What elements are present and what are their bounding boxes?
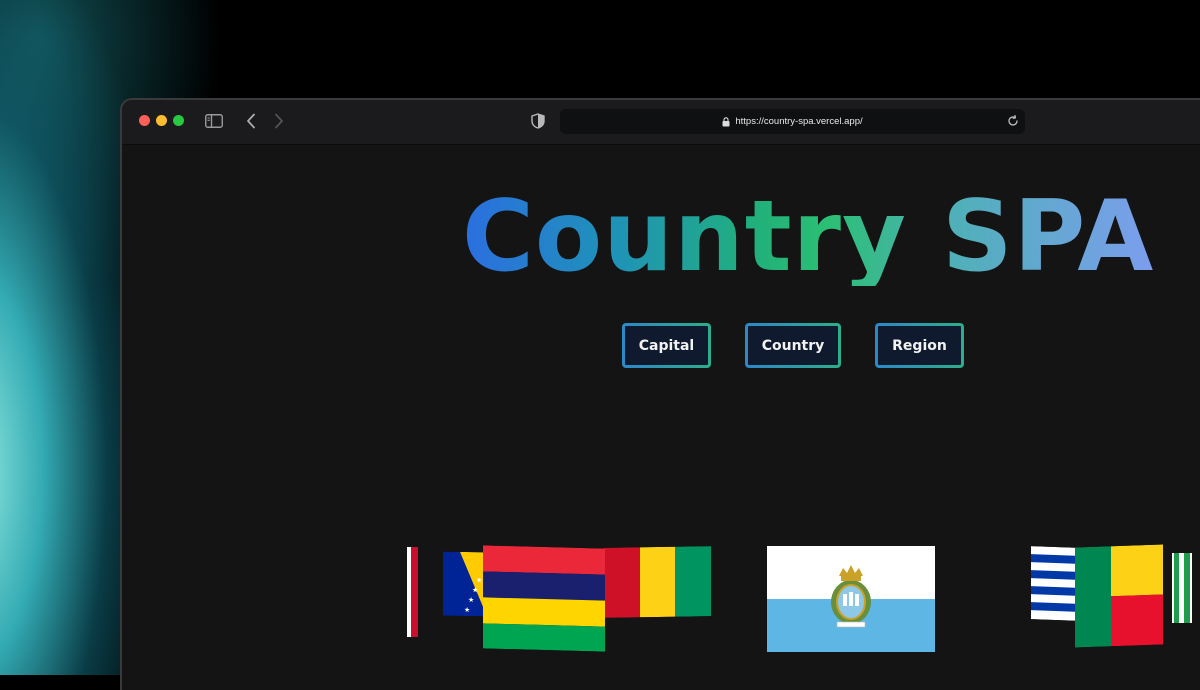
uruguay-flag[interactable]: [1031, 546, 1079, 621]
browser-window: https://country-spa.vercel.app/ Country …: [120, 98, 1200, 690]
svg-text:★: ★: [468, 596, 474, 604]
page-title: Country SPA: [462, 188, 1162, 286]
region-button[interactable]: Region: [875, 323, 964, 368]
sidebar-toggle-icon[interactable]: [204, 111, 224, 131]
browser-toolbar: https://country-spa.vercel.app/: [122, 100, 1200, 145]
reload-icon[interactable]: [1005, 113, 1021, 129]
close-window-button[interactable]: [139, 115, 150, 126]
svg-text:★: ★: [472, 586, 478, 594]
guinea-flag[interactable]: [604, 546, 711, 618]
maximize-window-button[interactable]: [173, 115, 184, 126]
back-icon[interactable]: [241, 111, 261, 131]
san-marino-flag[interactable]: [767, 546, 935, 652]
mauritius-flag[interactable]: [483, 545, 605, 652]
forward-icon[interactable]: [269, 111, 289, 131]
bosnia-herzegovina-flag[interactable]: ★ ★ ★ ★: [443, 551, 487, 617]
partial-red-flag[interactable]: [407, 547, 418, 637]
url-text: https://country-spa.vercel.app/: [735, 116, 863, 127]
partial-green-flag[interactable]: [1172, 553, 1192, 623]
page-content: Country SPA Capital Country Region ★ ★ ★…: [122, 145, 1200, 690]
svg-text:★: ★: [476, 576, 482, 584]
benin-flag[interactable]: [1075, 544, 1163, 648]
lock-icon: [722, 112, 730, 131]
shield-icon[interactable]: [528, 111, 548, 131]
minimize-window-button[interactable]: [156, 115, 167, 126]
country-button[interactable]: Country: [745, 323, 841, 368]
address-bar[interactable]: https://country-spa.vercel.app/: [560, 109, 1025, 134]
svg-text:★: ★: [464, 606, 470, 614]
capital-button[interactable]: Capital: [622, 323, 711, 368]
